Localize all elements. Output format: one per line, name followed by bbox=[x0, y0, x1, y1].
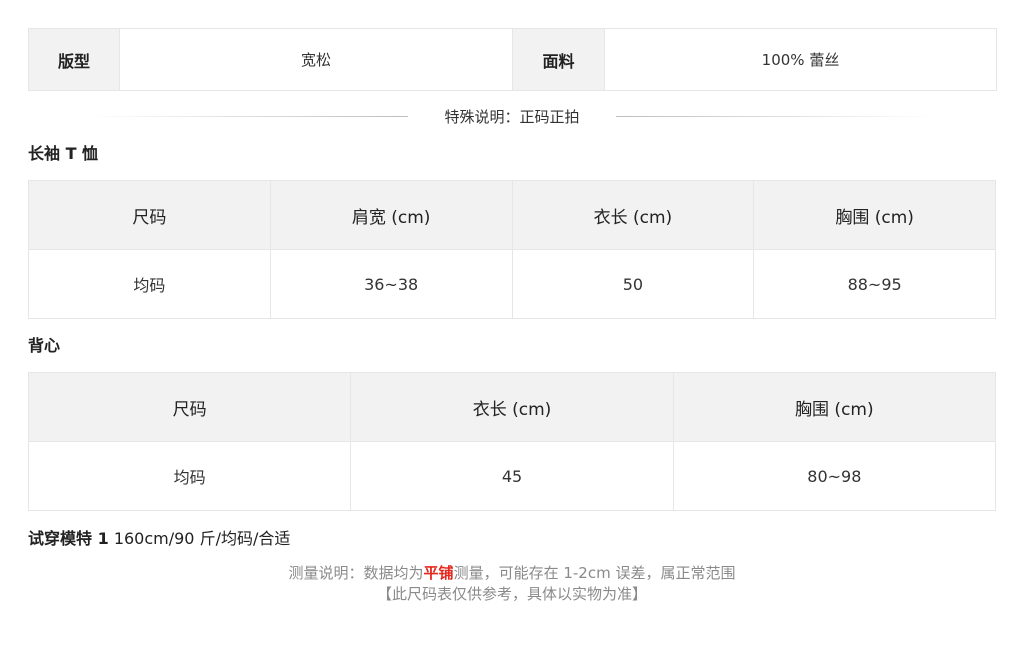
size-chart: 版型 宽松 面料 100% 蕾丝 特殊说明：正码正拍 长袖 T 恤 尺码 肩宽 … bbox=[27, 28, 997, 605]
fit-value: 宽松 bbox=[119, 28, 513, 91]
special-note-text: 特殊说明：正码正拍 bbox=[444, 107, 580, 126]
measurement-note-line2: 【此尺码表仅供参考，具体以实物为准】 bbox=[376, 585, 647, 603]
cell-chest: 80~98 bbox=[672, 441, 997, 511]
note-suffix: 测量，可能存在 1-2cm 误差，属正常范围 bbox=[453, 564, 736, 582]
model-details: 160cm/90 斤/均码/合适 bbox=[113, 529, 291, 548]
table-row: 均码 36~38 50 88~95 bbox=[28, 249, 996, 319]
header-chest: 胸围 (cm) bbox=[672, 372, 997, 442]
header-length: 衣长 (cm) bbox=[511, 180, 755, 250]
special-note: 特殊说明：正码正拍 bbox=[28, 91, 996, 141]
tshirt-section-title: 长袖 T 恤 bbox=[28, 144, 99, 163]
vest-section-title: 背心 bbox=[28, 336, 61, 355]
divider-right bbox=[615, 115, 936, 117]
measurement-note-line1: 测量说明：数据均为平铺测量，可能存在 1-2cm 误差，属正常范围 bbox=[28, 563, 996, 584]
header-length: 衣长 (cm) bbox=[350, 372, 674, 442]
attributes-table: 版型 宽松 面料 100% 蕾丝 bbox=[28, 28, 997, 91]
tshirt-size-table: 尺码 肩宽 (cm) 衣长 (cm) 胸围 (cm) 均码 36~38 50 8… bbox=[28, 180, 996, 319]
cell-shoulder: 36~38 bbox=[269, 249, 513, 319]
vest-size-table: 尺码 衣长 (cm) 胸围 (cm) 均码 45 80~98 bbox=[27, 372, 997, 511]
model-info: 试穿模特 1 160cm/90 斤/均码/合适 bbox=[28, 525, 996, 553]
header-size: 尺码 bbox=[27, 372, 352, 442]
header-shoulder: 肩宽 (cm) bbox=[269, 180, 513, 250]
fabric-value: 100% 蕾丝 bbox=[604, 28, 997, 91]
header-chest: 胸围 (cm) bbox=[753, 180, 996, 250]
measurement-note: 测量说明：数据均为平铺测量，可能存在 1-2cm 误差，属正常范围 【此尺码表仅… bbox=[28, 563, 996, 605]
header-size: 尺码 bbox=[28, 180, 271, 250]
cell-size: 均码 bbox=[27, 441, 352, 511]
attributes-row: 版型 宽松 面料 100% 蕾丝 bbox=[28, 28, 997, 91]
table-row: 均码 45 80~98 bbox=[27, 441, 997, 511]
divider-left bbox=[88, 115, 409, 117]
note-highlight: 平铺 bbox=[423, 564, 454, 582]
fabric-label: 面料 bbox=[512, 28, 605, 91]
cell-length: 50 bbox=[511, 249, 755, 319]
cell-chest: 88~95 bbox=[753, 249, 996, 319]
note-prefix: 测量说明：数据均为 bbox=[288, 564, 424, 582]
model-label: 试穿模特 1 bbox=[28, 529, 109, 548]
cell-length: 45 bbox=[350, 441, 674, 511]
cell-size: 均码 bbox=[28, 249, 271, 319]
fit-label: 版型 bbox=[28, 28, 120, 91]
table-header-row: 尺码 衣长 (cm) 胸围 (cm) bbox=[27, 372, 997, 442]
table-header-row: 尺码 肩宽 (cm) 衣长 (cm) 胸围 (cm) bbox=[28, 180, 996, 250]
